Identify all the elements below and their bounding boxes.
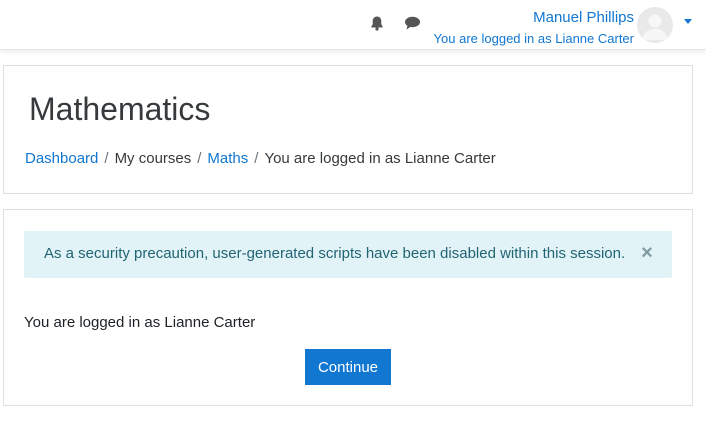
breadcrumb-dashboard[interactable]: Dashboard: [25, 150, 98, 167]
page-title: Mathematics: [29, 91, 211, 127]
alert-message: As a security precaution, user-generated…: [44, 245, 626, 262]
chat-bubble-icon[interactable]: [403, 14, 421, 32]
close-icon[interactable]: ×: [638, 243, 656, 263]
breadcrumb: Dashboard / My courses / Maths / You are logge…: [25, 150, 496, 167]
security-alert: As a security precaution, user-generated…: [24, 231, 672, 278]
logged-in-as-link[interactable]: You are logged in as Lianne Carter: [434, 31, 634, 46]
breadcrumb-my-courses: My courses: [114, 150, 192, 167]
continue-button[interactable]: Continue: [305, 349, 391, 385]
breadcrumb-separator: /: [254, 150, 259, 167]
breadcrumb-separator: /: [104, 150, 109, 167]
user-avatar[interactable]: [637, 7, 673, 43]
breadcrumb-separator: /: [197, 150, 202, 167]
main-content-card: As a security precaution, user-generated…: [3, 209, 693, 406]
bell-icon[interactable]: [368, 14, 386, 32]
breadcrumb-current: You are logged in as Lianne Carter: [264, 150, 496, 167]
caret-down-icon[interactable]: [684, 19, 692, 24]
default-user-avatar-icon: [637, 7, 673, 43]
page-header-card: Mathematics Dashboard / My courses / Maths / Y…: [3, 65, 693, 194]
logged-in-message: You are logged in as Lianne Carter: [24, 314, 256, 331]
breadcrumb-maths[interactable]: Maths: [207, 150, 248, 167]
top-navbar: Manuel Phillips You are logged in as Lia…: [0, 0, 706, 50]
user-name-link[interactable]: Manuel Phillips: [533, 9, 634, 26]
